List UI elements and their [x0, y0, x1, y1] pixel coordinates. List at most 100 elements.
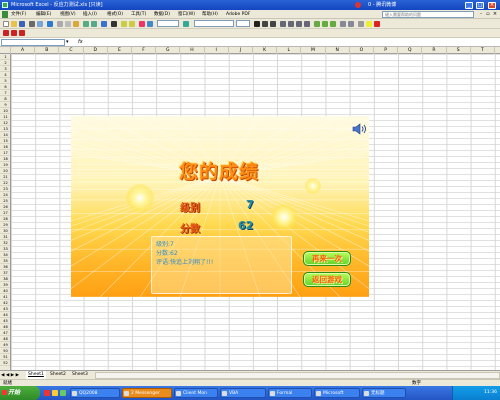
drawing-icon[interactable]	[147, 21, 153, 27]
bold-icon[interactable]	[254, 21, 260, 27]
undo-icon[interactable]	[83, 21, 89, 27]
task-vba[interactable]: VBA	[220, 388, 266, 398]
fill-color-icon[interactable]	[366, 21, 372, 27]
menu-view[interactable]: 视图(V)	[60, 10, 76, 19]
task-untitled[interactable]: 无标题	[362, 388, 406, 398]
align-right-icon[interactable]	[296, 21, 302, 27]
sort-descending-icon[interactable]	[129, 21, 135, 27]
task-qq2008[interactable]: QQ2008	[70, 388, 120, 398]
column-header[interactable]: J	[229, 47, 253, 54]
underline-icon[interactable]	[270, 21, 276, 27]
column-header[interactable]: G	[156, 47, 181, 54]
back-to-game-button[interactable]: 返回游戏	[303, 272, 351, 287]
increase-indent-icon[interactable]	[348, 21, 354, 27]
autosum-icon[interactable]	[111, 21, 117, 27]
menu-adobe-pdf[interactable]: Adobe PDF	[226, 10, 250, 19]
sheet-tab-sheet3[interactable]: Sheet3	[70, 371, 90, 379]
column-header[interactable]: M	[301, 47, 326, 54]
pdf-mail-icon[interactable]	[11, 30, 17, 36]
sheet-tab-sheet1[interactable]: Sheet1	[26, 371, 46, 379]
quicklaunch-desktop-icon[interactable]	[60, 390, 66, 396]
weibo-icon[interactable]	[355, 2, 361, 8]
sort-ascending-icon[interactable]	[121, 21, 127, 27]
borders-icon[interactable]	[358, 21, 364, 27]
task-microsoft[interactable]: Microsoft	[314, 388, 360, 398]
task-formal[interactable]: Formal	[268, 388, 312, 398]
column-header[interactable]: B	[35, 47, 60, 54]
name-box-dropdown-icon[interactable]: ▾	[66, 38, 69, 46]
font-name-select[interactable]	[194, 20, 234, 27]
help-icon[interactable]	[183, 21, 189, 27]
clock[interactable]: 11:36	[484, 390, 497, 395]
help-question-input[interactable]: 键入需要帮助的问题	[382, 11, 474, 18]
align-center-icon[interactable]	[288, 21, 294, 27]
new-icon[interactable]	[3, 21, 9, 27]
save-icon[interactable]	[19, 21, 25, 27]
print-icon[interactable]	[29, 21, 35, 27]
doc-minimize-button[interactable]: -	[478, 11, 484, 17]
sheet-tab-sheet2[interactable]: Sheet2	[48, 371, 68, 379]
decrease-indent-icon[interactable]	[340, 21, 346, 27]
font-size-select[interactable]	[236, 20, 250, 27]
menu-window[interactable]: 窗口(W)	[178, 10, 195, 19]
task-client-mon[interactable]: Client Mon	[174, 388, 218, 398]
menu-edit[interactable]: 编辑(E)	[36, 10, 51, 19]
start-button[interactable]: 开始	[0, 386, 40, 400]
column-header[interactable]: F	[132, 47, 157, 54]
menu-format[interactable]: 格式(O)	[107, 10, 123, 19]
column-header[interactable]: H	[180, 47, 205, 54]
task-messenger[interactable]: 2 Messenger	[122, 388, 172, 398]
hyperlink-icon[interactable]	[101, 21, 107, 27]
column-header[interactable]: R	[422, 47, 447, 54]
column-header[interactable]: A	[11, 47, 36, 54]
open-icon[interactable]	[11, 21, 17, 27]
doc-restore-button[interactable]: ▫	[485, 11, 491, 17]
comma-icon[interactable]	[330, 21, 336, 27]
currency-icon[interactable]	[314, 21, 320, 27]
column-header[interactable]: C	[59, 47, 84, 54]
column-header[interactable]: K	[253, 47, 278, 54]
align-left-icon[interactable]	[280, 21, 286, 27]
percent-icon[interactable]	[322, 21, 328, 27]
column-header[interactable]: P	[374, 47, 399, 54]
spelling-icon[interactable]	[47, 21, 53, 27]
column-header[interactable]: Q	[398, 47, 423, 54]
column-header[interactable]: O	[350, 47, 374, 54]
print-preview-icon[interactable]	[37, 21, 43, 27]
column-header[interactable]: T	[471, 47, 495, 54]
speaker-icon[interactable]	[352, 123, 368, 135]
column-header[interactable]: D	[84, 47, 108, 54]
maximize-button[interactable]: □	[476, 2, 484, 9]
italic-icon[interactable]	[262, 21, 268, 27]
column-header[interactable]: I	[205, 47, 229, 54]
close-button[interactable]: ×	[488, 2, 496, 9]
redo-icon[interactable]	[91, 21, 97, 27]
minimize-button[interactable]: _	[465, 2, 473, 9]
column-header[interactable]: S	[447, 47, 471, 54]
font-color-icon[interactable]	[374, 21, 380, 27]
menu-tools[interactable]: 工具(T)	[131, 10, 146, 19]
horizontal-scrollbar[interactable]	[95, 372, 500, 379]
quicklaunch-ie-icon[interactable]	[44, 390, 50, 396]
retry-button[interactable]: 再来一次	[303, 251, 351, 266]
paste-icon[interactable]	[73, 21, 79, 27]
menu-file[interactable]: 文件(F)	[11, 10, 26, 19]
column-header[interactable]: E	[108, 47, 132, 54]
pdf-review-icon[interactable]	[19, 30, 25, 36]
menu-data[interactable]: 数据(D)	[154, 10, 170, 19]
name-box[interactable]	[1, 39, 65, 46]
menu-insert[interactable]: 插入(I)	[83, 10, 97, 19]
doc-close-button[interactable]: ×	[492, 11, 498, 17]
column-header[interactable]: N	[326, 47, 350, 54]
zoom-select[interactable]	[157, 20, 179, 27]
chart-wizard-icon[interactable]	[139, 21, 145, 27]
pdf-convert-icon[interactable]	[3, 30, 9, 36]
cut-icon[interactable]	[57, 21, 63, 27]
copy-icon[interactable]	[65, 21, 71, 27]
menu-help[interactable]: 帮助(H)	[202, 10, 218, 19]
weibo-text[interactable]: 0 - 腾讯微博	[368, 0, 396, 10]
select-all-corner[interactable]	[0, 47, 11, 54]
merge-center-icon[interactable]	[304, 21, 310, 27]
column-header[interactable]: L	[277, 47, 302, 54]
row-header[interactable]: 52	[0, 360, 10, 366]
